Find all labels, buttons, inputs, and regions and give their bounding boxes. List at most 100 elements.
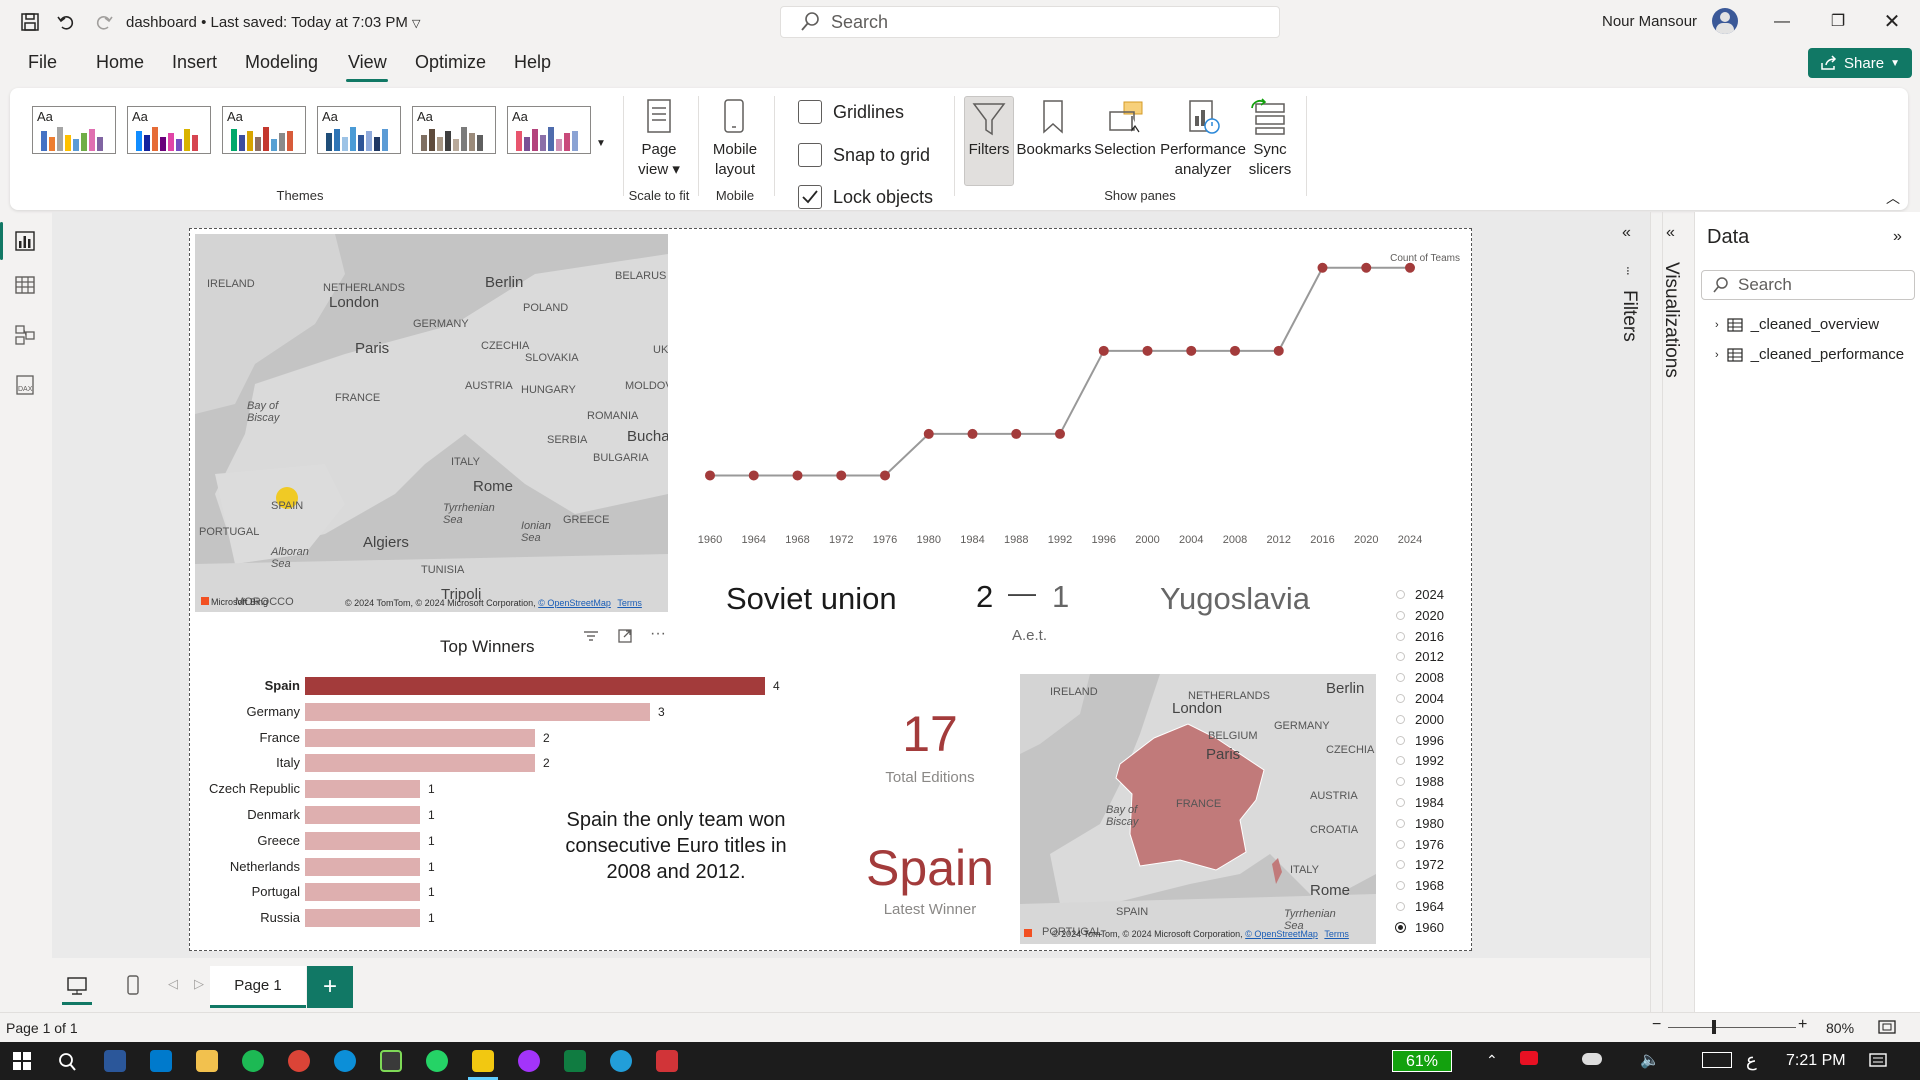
bar-greece[interactable] [305,831,420,850]
data-point-2024[interactable] [1405,262,1415,273]
next-page-icon[interactable]: ▷ [194,976,204,992]
data-point-1992[interactable] [1055,428,1065,439]
bookmarks-button[interactable]: Bookmarks [1016,140,1092,160]
slicer-option-2004[interactable]: 2004 [1396,691,1444,706]
theme-swatch[interactable]: Aa [222,106,306,154]
themes-expand-icon[interactable]: ▼ [596,138,606,149]
excel-app-icon[interactable] [564,1050,586,1072]
zoom-in-icon[interactable]: + [1798,1016,1807,1034]
slicer-option-2008[interactable]: 2008 [1396,670,1444,685]
theme-swatch[interactable]: Aa [507,106,591,154]
mobile-layout-button[interactable]: Mobile layout [708,140,762,180]
zoom-slider-track[interactable] [1668,1027,1796,1028]
bookmark-icon[interactable] [1040,98,1066,136]
radio-icon[interactable] [1396,694,1405,703]
more-options-icon[interactable]: ··· [650,625,666,643]
theme-swatch[interactable]: Aa [317,106,401,154]
collapse-ribbon-icon[interactable]: ︿ [1886,188,1900,208]
desktop-view-icon[interactable] [66,976,88,996]
windows-start-icon[interactable] [12,1051,32,1071]
terms-link[interactable]: Terms [1324,929,1349,939]
file-explorer-icon[interactable] [196,1050,218,1072]
menu-modeling[interactable]: Modeling [245,52,318,73]
prev-page-icon[interactable]: ◁ [168,976,178,992]
data-point-2012[interactable] [1273,345,1284,356]
bar-germany[interactable] [305,702,650,721]
close-icon[interactable]: ✕ [1880,10,1904,34]
radio-icon[interactable] [1396,652,1405,662]
data-point-1964[interactable] [748,470,759,481]
redo-icon[interactable] [94,12,114,32]
slicer-option-1988[interactable]: 1988 [1396,774,1444,789]
slicer-option-2020[interactable]: 2020 [1396,608,1444,623]
telegram-app-icon[interactable] [610,1050,632,1072]
data-point-2004[interactable] [1186,345,1197,356]
selection-pane-icon[interactable] [1106,98,1146,136]
minimize-icon[interactable]: — [1770,10,1794,34]
document-title[interactable]: dashboard • Last saved: Today at 7:03 PM… [126,14,420,31]
radio-icon[interactable] [1396,881,1405,891]
radio-icon[interactable] [1396,714,1405,724]
collapse-filters-icon[interactable]: « [1622,224,1631,242]
report-view-icon[interactable] [14,230,36,252]
menu-home[interactable]: Home [96,52,144,73]
focus-mode-icon[interactable] [616,627,634,645]
spotify-app-icon[interactable] [242,1050,264,1072]
sync-slicers-icon[interactable] [1248,98,1290,136]
bar-russia[interactable] [305,909,420,928]
radio-icon[interactable] [1396,860,1405,870]
radio-icon[interactable] [1396,902,1405,911]
chrome-app-icon[interactable] [288,1050,310,1072]
bar-spain[interactable] [305,677,765,695]
slicer-option-1980[interactable]: 1980 [1396,816,1444,831]
bar-italy[interactable] [305,754,535,773]
slicer-option-1996[interactable]: 1996 [1396,733,1444,748]
slicer-option-1972[interactable]: 1972 [1396,857,1444,872]
slicer-option-1976[interactable]: 1976 [1396,837,1444,852]
slicer-option-1984[interactable]: 1984 [1396,795,1444,810]
data-point-1988[interactable] [1011,428,1022,439]
table-view-icon[interactable] [14,274,36,296]
theme-swatch[interactable]: Aa [32,106,116,154]
table-item[interactable]: › _cleaned_overview [1715,316,1879,333]
fit-to-page-icon[interactable] [1878,1019,1896,1035]
calculator-app-icon[interactable] [104,1050,126,1072]
slicer-option-2016[interactable]: 2016 [1396,629,1444,644]
bar-czech-republic[interactable] [305,780,420,799]
performance-analyzer-icon[interactable] [1186,98,1222,136]
radio-icon[interactable] [1396,839,1405,849]
radio-icon[interactable] [1396,631,1405,641]
avatar[interactable] [1712,8,1738,34]
tray-app-icon[interactable] [1520,1051,1538,1065]
sync-slicers-button[interactable]: Sync slicers [1244,140,1296,180]
visualizations-pane-tab[interactable]: Visualizations [1660,262,1682,378]
zoom-level[interactable]: 80% [1826,1020,1854,1036]
snap-to-grid-checkbox[interactable] [798,143,822,167]
radio-icon[interactable] [1396,590,1405,599]
model-view-icon[interactable] [14,324,36,346]
data-point-1996[interactable] [1098,345,1109,356]
slicer-option-2012[interactable]: 2012 [1396,649,1444,664]
lock-objects-checkbox[interactable] [798,185,822,209]
vscode-app-icon[interactable] [150,1050,172,1072]
onedrive-icon[interactable] [1582,1053,1602,1065]
table-item[interactable]: › _cleaned_performance [1715,346,1904,363]
top-map[interactable]: IRELAND NETHERLANDS London Berlin BELARU… [195,234,668,612]
slicer-option-1960[interactable]: 1960 [1396,920,1444,935]
data-point-1968[interactable] [792,470,803,481]
data-point-2000[interactable] [1142,345,1153,356]
data-point-1976[interactable] [880,470,890,481]
data-search-input[interactable]: Search [1701,270,1915,300]
page-view-button[interactable]: Page view ▾ [628,140,690,180]
radio-icon[interactable] [1396,777,1405,787]
mobile-view-icon[interactable] [126,974,140,996]
data-point-1980[interactable] [923,428,934,439]
gridlines-checkbox[interactable] [798,100,822,124]
tab-page-1[interactable]: Page 1 [210,966,306,1008]
chevron-right-icon[interactable]: › [1715,319,1719,331]
terms-link[interactable]: Terms [617,598,642,608]
dax-query-view-icon[interactable]: DAX [14,374,36,396]
filters-pane-tab[interactable]: Filters [1618,290,1640,342]
clock[interactable]: 7:21 PM [1786,1052,1846,1070]
volume-icon[interactable]: 🔈 [1640,1050,1660,1070]
